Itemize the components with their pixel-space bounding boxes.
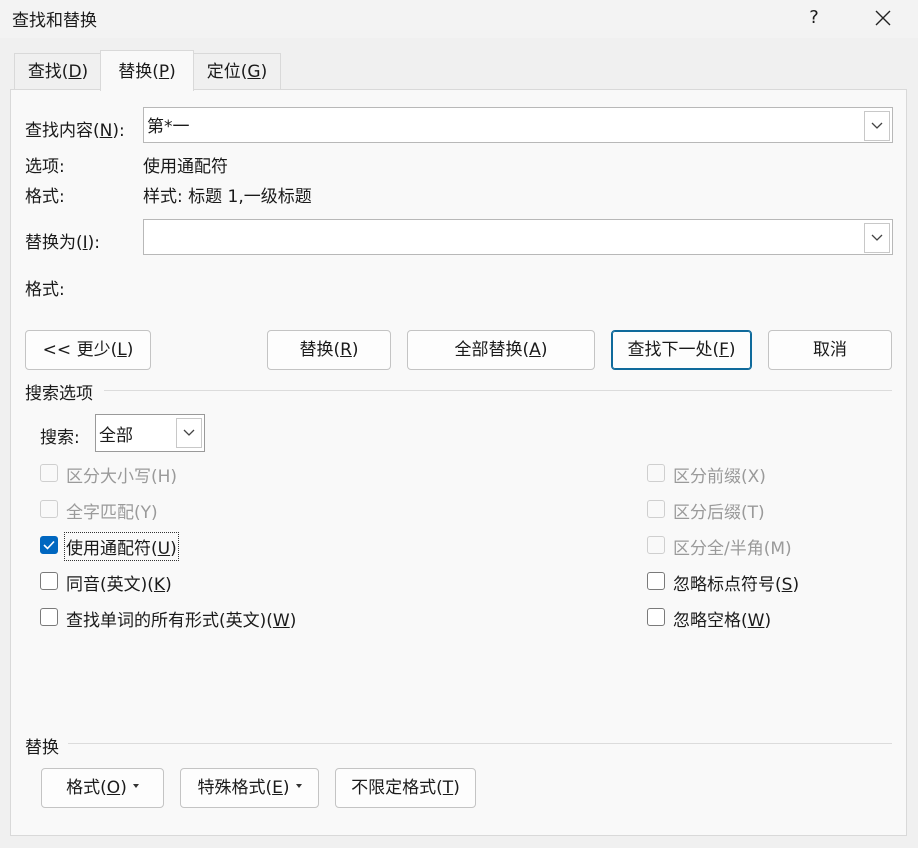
no-formatting-button[interactable]: 不限定格式(T) [335,768,476,808]
cancel-button[interactable]: 取消 [768,330,892,370]
window-title: 查找和替换 [12,11,97,31]
chevron-down-icon [871,122,883,129]
divider [68,743,892,744]
special-button[interactable]: 特殊格式(E) [180,768,319,808]
find-format-label: 格式: [25,187,65,207]
dropdown-arrow-icon [132,784,139,788]
replace-section-title: 替换 [25,738,59,758]
find-what-value: 第*一 [147,117,190,137]
search-options-title: 搜索选项 [25,384,93,404]
replace-button[interactable]: 替换(R) [267,330,391,370]
find-what-input[interactable]: 第*一 [143,107,893,143]
replace-all-button[interactable]: 全部替换(A) [407,330,595,370]
checkmark-icon [43,540,55,550]
chevron-down-icon [871,234,883,241]
find-what-dropdown[interactable] [864,111,890,141]
replace-with-dropdown[interactable] [864,223,890,253]
title-bar: 查找和替换 ? [0,0,918,38]
find-what-label: 查找内容(N): [25,121,125,141]
close-button[interactable] [864,4,902,32]
help-button[interactable]: ? [797,4,831,32]
find-next-button[interactable]: 查找下一处(F) [611,330,752,370]
close-icon [875,10,891,26]
tab-replace[interactable]: 替换(P) [100,50,194,91]
chevron-down-icon [183,429,195,436]
options-label: 选项: [25,157,65,177]
replace-with-label: 替换为(I): [25,233,101,253]
less-button[interactable]: << 更少(L) [25,330,151,370]
search-direction-select[interactable]: 全部 [95,414,205,452]
options-value: 使用通配符 [143,157,228,177]
tab-goto[interactable]: 定位(G) [193,53,281,90]
tab-find[interactable]: 查找(D) [14,53,102,90]
search-direction-value: 全部 [99,426,133,446]
search-direction-label: 搜索: [40,428,80,448]
search-direction-dropdown[interactable] [176,418,202,448]
format-button[interactable]: 格式(O) [41,768,164,808]
dropdown-arrow-icon [295,784,302,788]
find-format-value: 样式: 标题 1,一级标题 [143,187,312,207]
replace-with-input[interactable] [143,219,893,255]
divider [104,390,892,391]
replace-format-label: 格式: [25,280,65,300]
